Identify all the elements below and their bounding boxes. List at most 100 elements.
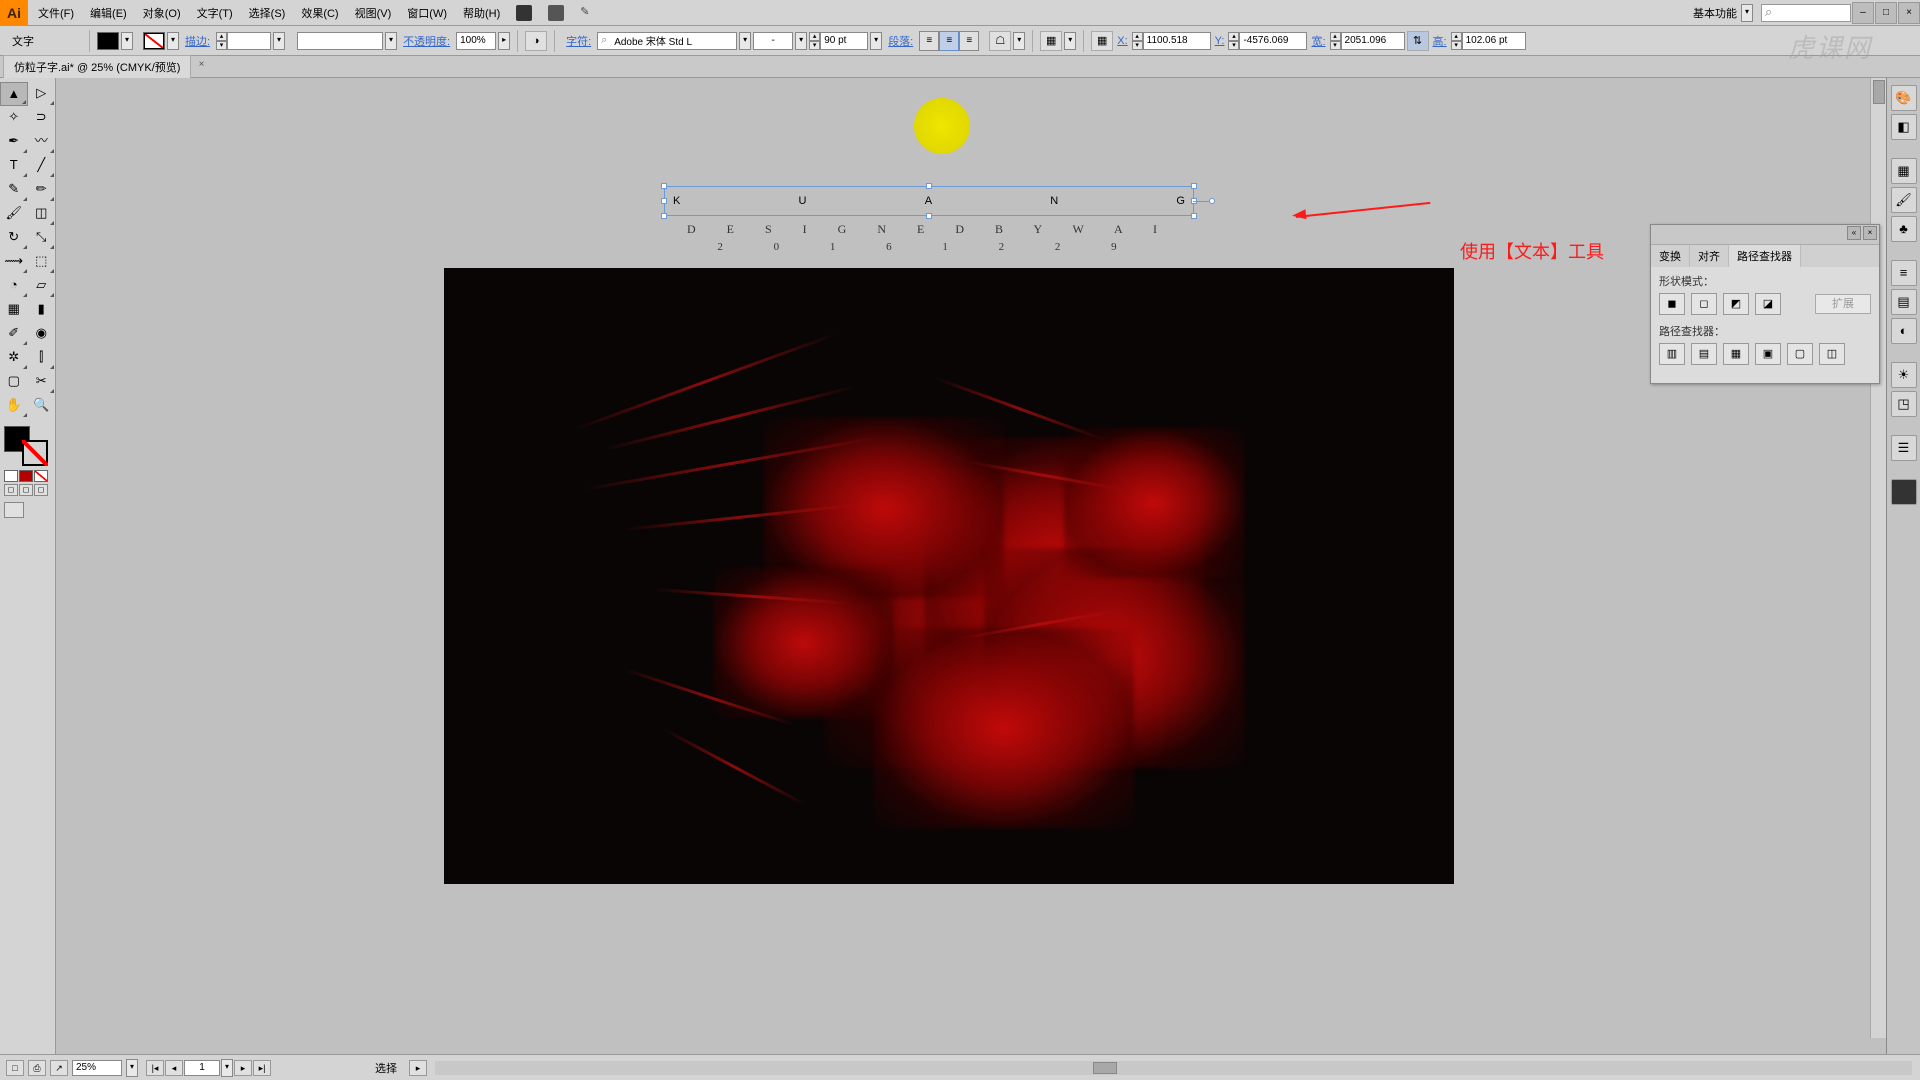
crop-button[interactable]: ▣ (1755, 343, 1781, 365)
color-guide-icon[interactable]: ◧ (1891, 114, 1917, 140)
draw-inside[interactable]: ◻ (34, 484, 48, 496)
y-label[interactable]: Y: (1213, 35, 1227, 47)
h-input[interactable] (1462, 32, 1526, 50)
minus-front-button[interactable]: ◻ (1691, 293, 1717, 315)
expand-button[interactable]: 扩展 (1815, 294, 1871, 314)
symbol-sprayer-tool[interactable]: ✲ (0, 346, 28, 370)
selection-tool[interactable]: ▲ (0, 82, 28, 106)
shape-builder-tool[interactable]: ◔ (0, 274, 28, 298)
gradient-panel-icon[interactable]: ▤ (1891, 289, 1917, 315)
tab-align[interactable]: 对齐 (1690, 245, 1729, 267)
text-out-port[interactable] (1209, 198, 1215, 204)
paragraph-link[interactable]: 段落: (884, 33, 917, 49)
handle-tm[interactable] (926, 183, 932, 189)
font-family-input[interactable] (597, 32, 737, 50)
handle-bl[interactable] (661, 213, 667, 219)
appearance-panel-icon[interactable]: ☀ (1891, 362, 1917, 388)
envelope-icon[interactable]: ☖ (989, 31, 1011, 51)
character-link[interactable]: 字符: (562, 33, 595, 49)
opacity-input[interactable] (456, 32, 496, 50)
hscroll-thumb[interactable] (1093, 1062, 1117, 1074)
minus-back-button[interactable]: ◫ (1819, 343, 1845, 365)
graph-tool[interactable]: ⫿ (28, 346, 56, 370)
style-dd[interactable]: ▾ (795, 32, 807, 50)
artboard-tool[interactable]: ▢ (0, 370, 28, 394)
align-left-button[interactable]: ≡ (919, 31, 939, 51)
free-transform-tool[interactable]: ⬚ (28, 250, 56, 274)
menu-object[interactable]: 对象(O) (137, 1, 187, 25)
last-artboard-button[interactable]: ▸| (253, 1060, 271, 1076)
recolor-icon[interactable]: ◑ (525, 31, 547, 51)
feedback-icon[interactable]: ✎ (580, 5, 596, 21)
handle-ml[interactable] (661, 198, 667, 204)
transform-anchor-icon[interactable]: ▦ (1091, 31, 1113, 51)
zoom-dd[interactable]: ▾ (126, 1059, 138, 1077)
rotate-tool[interactable]: ↻ (0, 226, 28, 250)
mesh-tool[interactable]: ▦ (0, 298, 28, 322)
minimize-button[interactable]: – (1852, 2, 1874, 24)
stroke-swatch[interactable] (143, 32, 165, 50)
font-style-input[interactable] (753, 32, 793, 50)
stroke-link[interactable]: 描边: (181, 33, 214, 49)
brushes-panel-icon[interactable]: 🖌 (1891, 187, 1917, 213)
prev-artboard-button[interactable]: ◂ (165, 1060, 183, 1076)
screen-mode-button[interactable] (4, 502, 24, 518)
zoom-tool[interactable]: 🔍 (28, 394, 56, 418)
color-panel-icon[interactable]: 🎨 (1891, 85, 1917, 111)
stroke-color[interactable] (22, 440, 48, 466)
draw-behind[interactable]: ◻ (19, 484, 33, 496)
bridge-icon[interactable] (516, 5, 532, 21)
canvas[interactable]: K U A N G D E S I G N E D B Y W A I 2 0 … (56, 78, 1886, 1054)
handle-tl[interactable] (661, 183, 667, 189)
swatches-panel-icon[interactable]: ▦ (1891, 158, 1917, 184)
handle-br[interactable] (1191, 213, 1197, 219)
perspective-tool[interactable]: ▱ (28, 274, 56, 298)
layers-panel-icon[interactable]: ☰ (1891, 435, 1917, 461)
transparency-panel-icon[interactable]: ◐ (1891, 318, 1917, 344)
fill-dd[interactable]: ▾ (121, 32, 133, 50)
graphic-styles-icon[interactable]: ◳ (1891, 391, 1917, 417)
type-tool[interactable]: T (0, 154, 28, 178)
document-tab[interactable]: 仿粒子字.ai* @ 25% (CMYK/预览) × (3, 55, 191, 78)
constrain-icon[interactable]: ⇅ (1407, 31, 1429, 51)
stroke-weight-input[interactable] (227, 32, 271, 50)
first-artboard-button[interactable]: |◂ (146, 1060, 164, 1076)
scale-tool[interactable]: ⤡ (28, 226, 56, 250)
font-dd[interactable]: ▾ (739, 32, 751, 50)
swatch-none[interactable] (34, 470, 48, 482)
blob-brush-tool[interactable]: 🖌 (0, 202, 28, 226)
color-control[interactable] (4, 426, 48, 466)
status-menu-button[interactable]: ▸ (409, 1060, 427, 1076)
vscroll-thumb[interactable] (1873, 80, 1885, 104)
brush-tool[interactable]: ✎ (0, 178, 28, 202)
maximize-button[interactable]: □ (1875, 2, 1897, 24)
menu-effect[interactable]: 效果(C) (295, 1, 344, 25)
envelope-dd[interactable]: ▾ (1013, 32, 1025, 50)
divide-button[interactable]: ▥ (1659, 343, 1685, 365)
draw-normal[interactable]: ◻ (4, 484, 18, 496)
stroke-preset-dd[interactable]: ▾ (273, 32, 285, 50)
panel-collapse-icon[interactable]: « (1847, 226, 1861, 240)
width-tool[interactable]: ⟿ (0, 250, 28, 274)
y-input[interactable] (1239, 32, 1307, 50)
line-tool[interactable]: ╱ (28, 154, 56, 178)
workspace-switcher[interactable]: 基本功能 ▾ (1693, 4, 1753, 22)
search-input[interactable] (1761, 4, 1851, 22)
handle-tr[interactable] (1191, 183, 1197, 189)
w-input[interactable] (1341, 32, 1405, 50)
align-right-button[interactable]: ≡ (959, 31, 979, 51)
next-artboard-button[interactable]: ▸ (234, 1060, 252, 1076)
menu-view[interactable]: 视图(V) (349, 1, 398, 25)
gpu-icon[interactable]: ⎙ (28, 1060, 46, 1076)
vertical-scrollbar[interactable] (1870, 78, 1886, 1038)
gradient-tool[interactable]: ▮ (28, 298, 56, 322)
artboard-nav-icon[interactable]: □ (6, 1060, 24, 1076)
menu-window[interactable]: 窗口(W) (401, 1, 453, 25)
menu-edit[interactable]: 编辑(E) (84, 1, 133, 25)
slice-tool[interactable]: ✂ (28, 370, 56, 394)
x-input[interactable] (1143, 32, 1211, 50)
unite-button[interactable]: ◼ (1659, 293, 1685, 315)
artboard-number[interactable]: 1 (184, 1060, 220, 1076)
align-panel-icon[interactable]: ▦ (1040, 31, 1062, 51)
tab-transform[interactable]: 变换 (1651, 245, 1690, 267)
